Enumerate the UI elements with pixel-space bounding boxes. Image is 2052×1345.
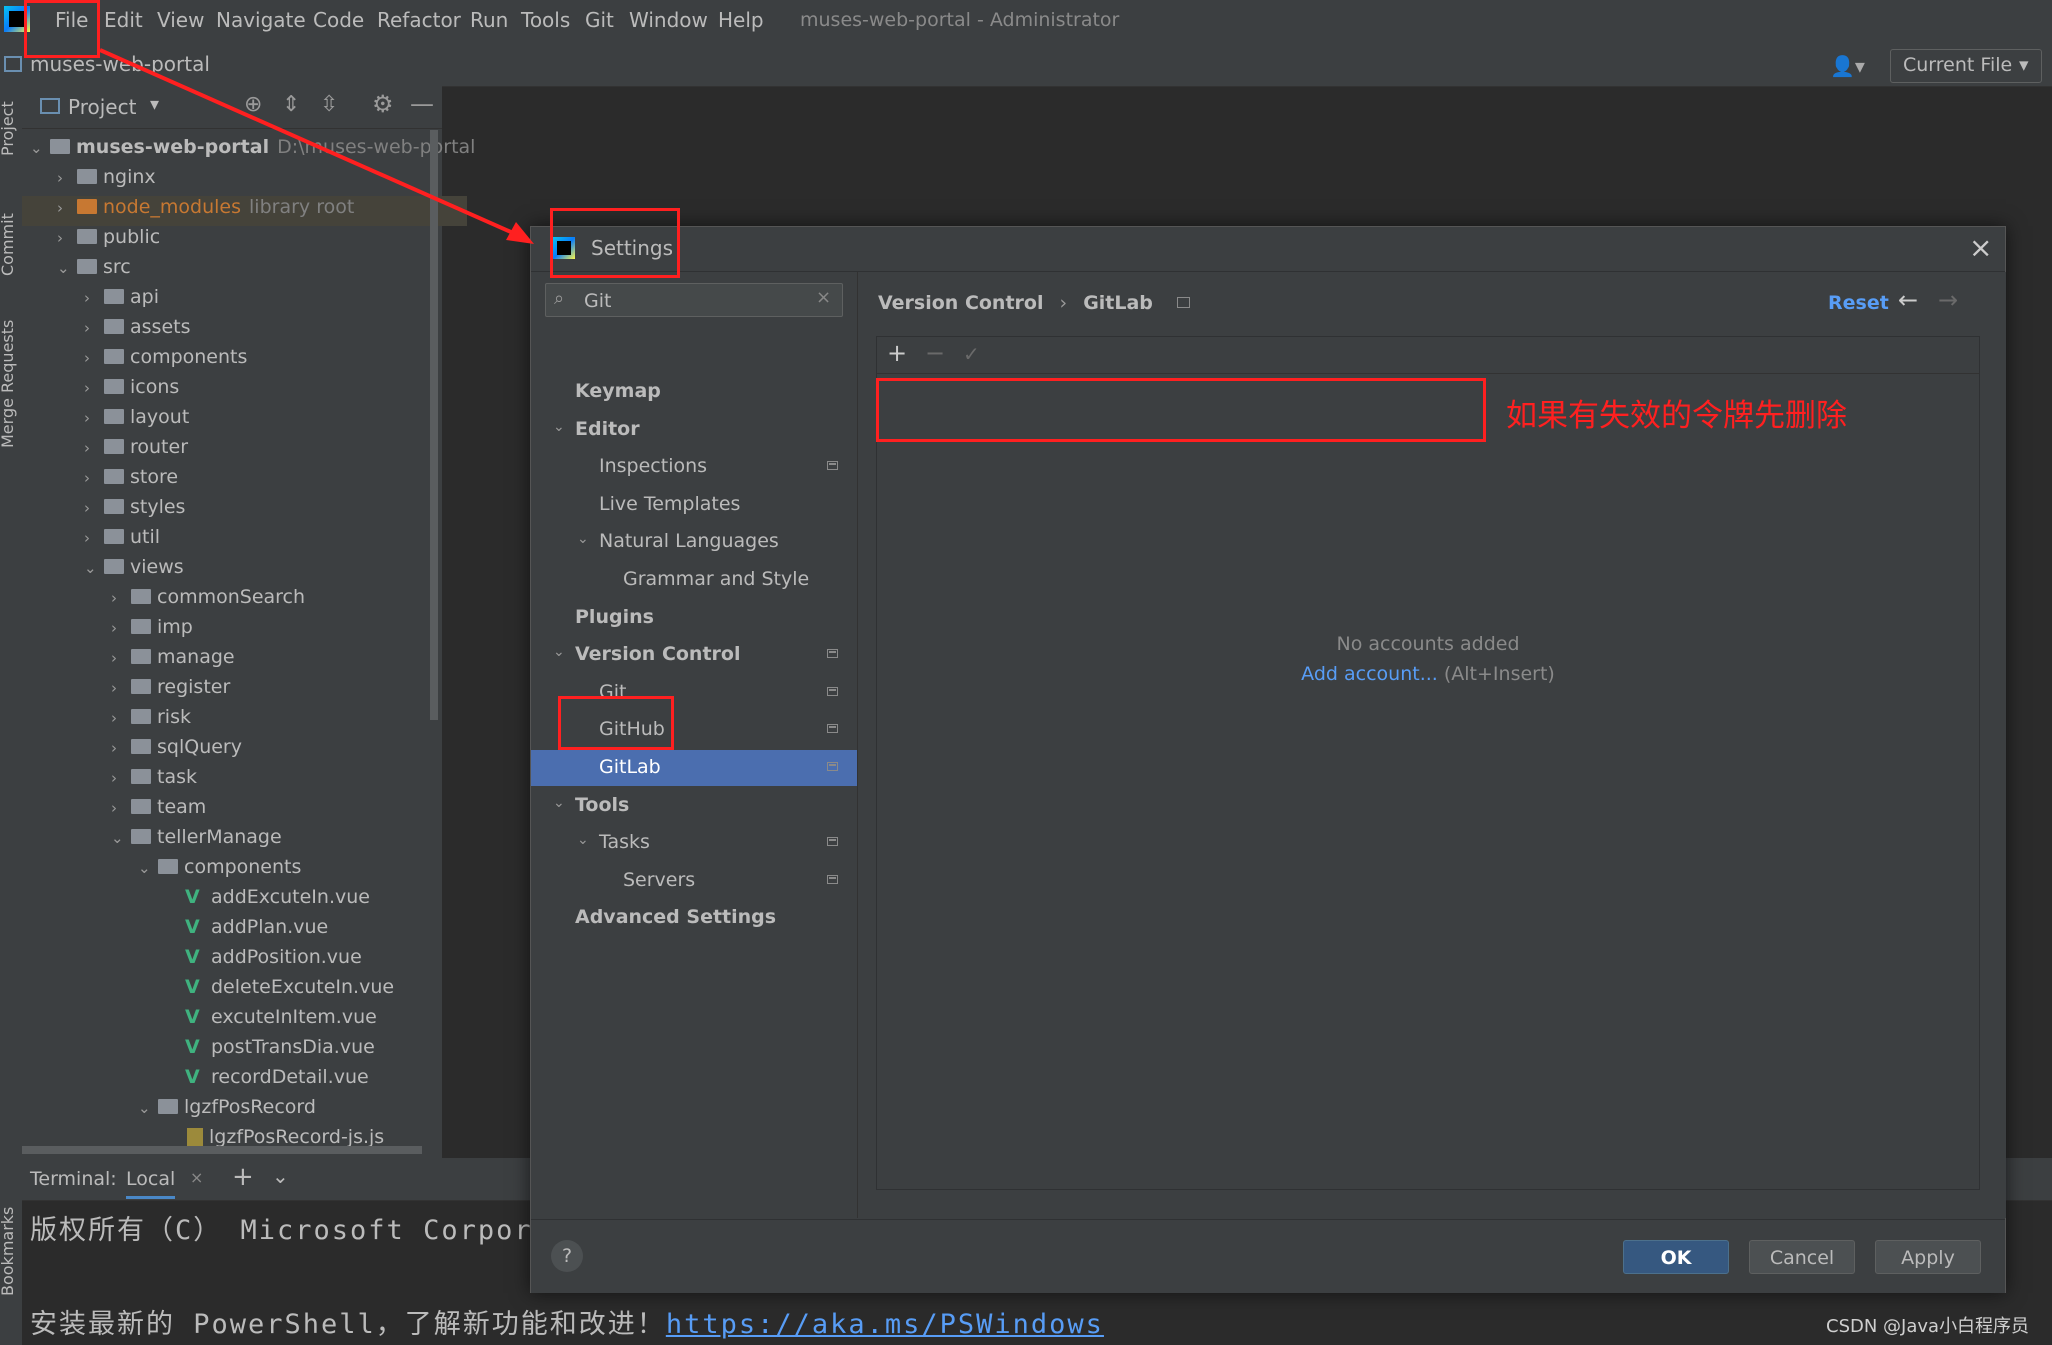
annotation-text: 如果有失效的令牌先删除 — [1506, 398, 1847, 434]
annotation-arrow — [99, 48, 534, 244]
watermark: CSDN @Java小白程序员 — [1826, 1316, 2030, 1337]
